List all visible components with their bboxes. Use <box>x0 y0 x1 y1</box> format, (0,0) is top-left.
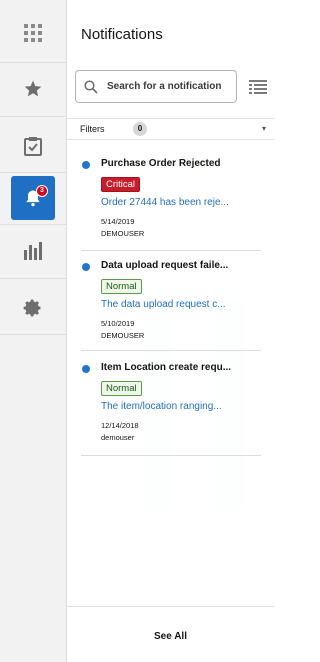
notification-title[interactable]: Item Location create requ... <box>101 362 266 373</box>
search-input[interactable]: Search for a notification <box>75 70 237 103</box>
notification-description[interactable]: Order 27444 has been reje... <box>101 197 266 208</box>
notification-item[interactable]: Data upload request faile... Normal The … <box>67 260 274 350</box>
app-window: 3 Notifications Search for a notificatio… <box>0 0 274 662</box>
notification-user: DEMOUSER <box>101 331 145 340</box>
favorites-button[interactable] <box>11 67 55 111</box>
unread-dot-icon <box>82 263 90 271</box>
unread-dot-icon <box>82 161 90 169</box>
panel-footer: See All <box>67 606 274 662</box>
reports-button[interactable] <box>11 229 55 273</box>
chevron-down-icon: ▾ <box>261 124 266 133</box>
notification-user: DEMOUSER <box>101 229 145 238</box>
rail-divider <box>0 278 67 279</box>
notification-description[interactable]: The item/location ranging... <box>101 401 266 412</box>
notification-item[interactable]: Purchase Order Rejected Critical Order 2… <box>67 158 274 248</box>
apps-grid-button[interactable] <box>11 11 55 55</box>
notification-count-badge: 3 <box>36 185 48 197</box>
search-icon <box>84 79 98 94</box>
apps-grid-icon <box>24 24 42 42</box>
severity-badge: Normal <box>101 381 142 396</box>
notification-date: 5/14/2019 <box>101 217 135 226</box>
clipboard-check-icon <box>24 137 42 156</box>
rail-divider <box>0 116 67 117</box>
notification-date: 5/10/2019 <box>101 319 135 328</box>
notification-date: 12/14/2018 <box>101 421 139 430</box>
notification-title[interactable]: Data upload request faile... <box>101 260 266 271</box>
star-icon <box>24 80 42 97</box>
tasks-button[interactable] <box>11 124 55 168</box>
list-divider <box>81 455 261 456</box>
unread-dot-icon <box>82 365 90 373</box>
list-divider <box>81 250 261 251</box>
rail-divider <box>0 224 67 225</box>
bar-chart-icon <box>24 242 42 260</box>
rail-divider <box>0 62 67 63</box>
panel-title: Notifications <box>81 26 163 43</box>
rail-divider <box>0 172 67 173</box>
filters-count-badge: 0 <box>133 122 147 136</box>
gear-icon <box>23 299 41 317</box>
severity-badge: Critical <box>101 177 141 192</box>
list-divider <box>81 350 261 351</box>
list-view-icon[interactable] <box>249 80 267 94</box>
rail-divider <box>0 334 67 335</box>
see-all-link[interactable]: See All <box>67 631 274 642</box>
severity-badge: Normal <box>101 279 142 294</box>
notifications-button[interactable]: 3 <box>11 176 55 220</box>
notification-title[interactable]: Purchase Order Rejected <box>101 158 266 169</box>
notification-description[interactable]: The data upload request c... <box>101 299 266 310</box>
notification-user: demouser <box>101 433 135 442</box>
settings-button[interactable] <box>11 286 55 330</box>
filters-dropdown[interactable]: Filters 0 ▾ <box>67 118 274 140</box>
navigation-rail: 3 <box>0 0 67 662</box>
search-placeholder: Search for a notification <box>107 81 222 92</box>
notifications-panel: Notifications Search for a notification … <box>67 0 274 662</box>
filters-label: Filters <box>80 124 105 134</box>
notification-item[interactable]: Item Location create requ... Normal The … <box>67 362 274 452</box>
